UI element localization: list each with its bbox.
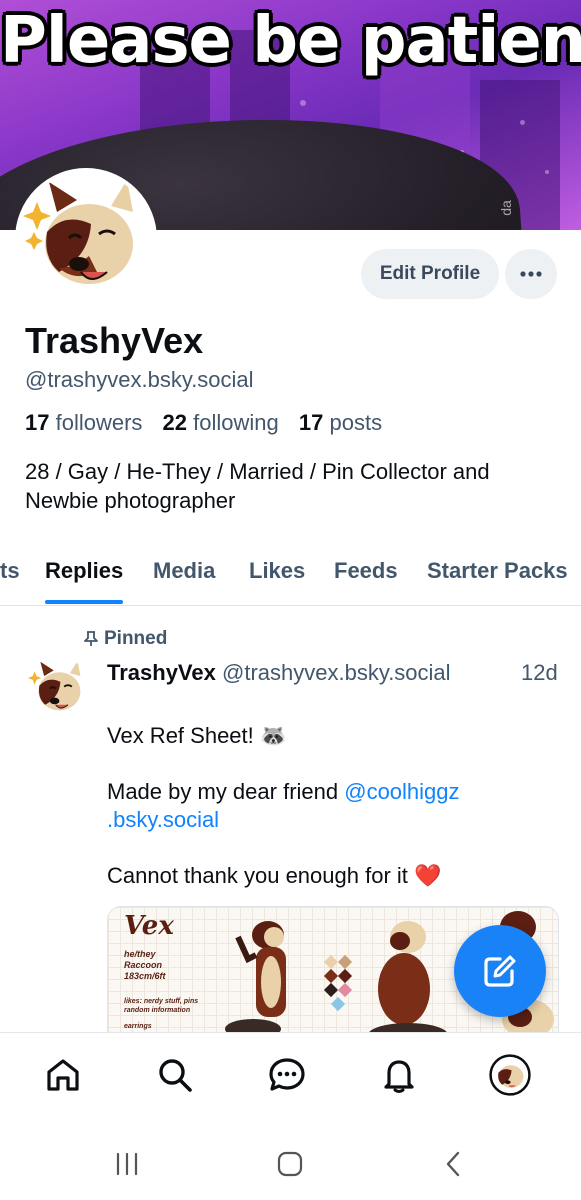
post-author-name: TrashyVex xyxy=(107,660,216,685)
edit-profile-button[interactable]: Edit Profile xyxy=(361,249,499,299)
tab-media[interactable]: Media xyxy=(153,558,215,584)
tab-replies[interactable]: Replies xyxy=(45,558,123,584)
profile-bio: 28 / Gay / He-They / Married / Pin Colle… xyxy=(25,459,490,513)
pinned-label: Pinned xyxy=(84,628,167,650)
active-tab-indicator xyxy=(45,600,123,604)
post-text-line3: Cannot thank you enough for it ❤️ xyxy=(107,863,442,888)
post-author[interactable]: TrashyVex @trashyvex.bsky.social xyxy=(107,660,451,686)
compose-post-button[interactable] xyxy=(454,925,546,1017)
chat-icon xyxy=(269,1058,305,1091)
post-author-avatar[interactable] xyxy=(26,657,90,721)
nav-home-button[interactable] xyxy=(41,1053,85,1097)
banner-watermark: da xyxy=(497,200,514,216)
ellipsis-icon xyxy=(520,271,542,277)
system-back-button[interactable] xyxy=(433,1148,473,1180)
profile-handle: @trashyvex.bsky.social xyxy=(25,367,254,392)
profile-tabs: ts Replies Media Likes Feeds Starter Pac… xyxy=(0,550,581,606)
post-author-handle: @trashyvex.bsky.social xyxy=(222,660,451,685)
system-navigation-bar xyxy=(0,1128,581,1200)
banner-caption: Please be patient xyxy=(0,4,581,78)
posts-count: 17 posts xyxy=(298,410,383,435)
home-icon xyxy=(47,1059,79,1091)
nav-chat-button[interactable] xyxy=(265,1053,309,1097)
system-recents-button[interactable] xyxy=(107,1148,147,1180)
tab-posts[interactable]: ts xyxy=(0,558,20,584)
search-icon xyxy=(159,1059,192,1092)
mention-link[interactable]: @coolhiggz xyxy=(344,779,459,804)
post-timestamp[interactable]: 12d xyxy=(521,660,558,686)
recents-icon xyxy=(116,1152,138,1176)
following-link[interactable]: 22 following xyxy=(163,410,279,435)
nav-search-button[interactable] xyxy=(153,1053,197,1097)
more-options-button[interactable] xyxy=(505,249,557,299)
compose-icon xyxy=(484,955,516,987)
bottom-navigation xyxy=(0,1032,581,1128)
post-text-line1: Vex Ref Sheet! 🦝 xyxy=(107,723,288,748)
profile-avatar[interactable] xyxy=(15,168,157,310)
followers-link[interactable]: 17 followers xyxy=(25,410,142,435)
profile-avatar-icon xyxy=(489,1054,531,1096)
back-icon xyxy=(446,1151,460,1177)
display-name: TrashyVex xyxy=(25,320,204,361)
post-text-line2: Made by my dear friend @coolhiggz xyxy=(107,779,460,804)
tab-starter-packs[interactable]: Starter Packs xyxy=(427,558,568,584)
post-text-line2-cont: .bsky.social xyxy=(107,806,219,834)
mention-link-cont[interactable]: .bsky.social xyxy=(107,807,219,832)
bell-icon xyxy=(384,1060,414,1093)
nav-profile-button[interactable] xyxy=(488,1053,532,1097)
profile-stats: 17 followers 22 following 17 posts xyxy=(25,410,382,436)
tab-feeds[interactable]: Feeds xyxy=(334,558,398,584)
home-circle-icon xyxy=(277,1151,303,1177)
system-home-button[interactable] xyxy=(270,1148,310,1180)
pin-icon xyxy=(84,631,98,646)
nav-notifications-button[interactable] xyxy=(377,1053,421,1097)
tab-likes[interactable]: Likes xyxy=(249,558,305,584)
